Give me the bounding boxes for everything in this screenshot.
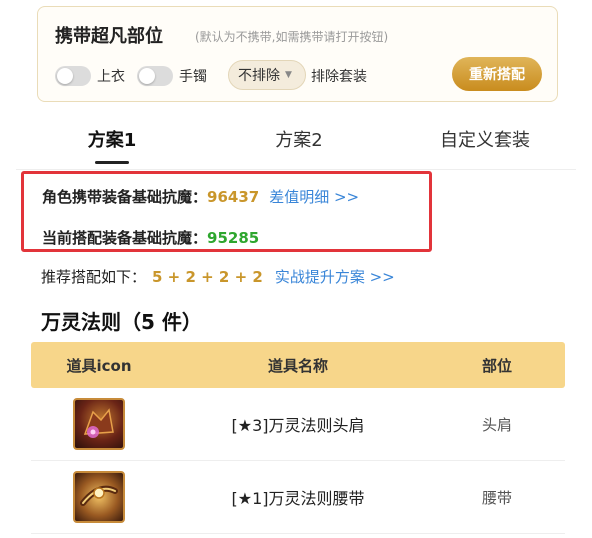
toggle-knob xyxy=(139,68,155,84)
toggle-shangyi[interactable] xyxy=(55,66,91,86)
chevron-down-icon: ▼ xyxy=(285,70,292,80)
recommend-formula: 5 + 2 + 2 + 2 xyxy=(152,268,263,286)
exclude-select[interactable]: 不排除 ▼ xyxy=(228,60,306,90)
table-row[interactable]: [★3]万灵法则头肩 头肩 xyxy=(31,388,565,461)
column-header-icon: 道具icon xyxy=(66,356,132,375)
combat-upgrade-link[interactable]: 实战提升方案 >> xyxy=(275,268,395,286)
item-part: 头肩 xyxy=(481,415,512,434)
carry-panel-hint: (默认为不携带,如需携带请打开按钮) xyxy=(195,30,389,44)
toggle-label-shouzhuo: 手镯 xyxy=(179,69,207,85)
carry-panel: 携带超凡部位 (默认为不携带,如需携带请打开按钮) 上衣 手镯 不排除 ▼ 排除… xyxy=(37,6,558,102)
stats-highlight-box: 角色携带装备基础抗魔：96437 差值明细 >> 当前搭配装备基础抗魔：95285 xyxy=(21,171,432,252)
recommend-line: 推荐搭配如下： 5 + 2 + 2 + 2 实战提升方案 >> xyxy=(41,266,395,287)
set-items-table: 道具icon 道具名称 部位 [★3]万灵法则头肩 头肩 [★1]万灵法则腰带 … xyxy=(31,342,565,534)
column-header-name: 道具名称 xyxy=(267,356,328,375)
item-name: [★3]万灵法则头肩 xyxy=(231,416,365,435)
carry-resist-value: 96437 xyxy=(207,188,260,206)
scheme-tabs: 方案1 方案2 自定义套装 xyxy=(0,118,592,164)
toggle-shouzhuo[interactable] xyxy=(137,66,173,86)
item-part: 腰带 xyxy=(481,488,512,507)
tab-scheme-2[interactable]: 方案2 xyxy=(266,126,332,152)
toggle-row: 上衣 手镯 xyxy=(55,63,207,89)
belt-item-icon xyxy=(73,471,125,523)
tab-custom-set[interactable]: 自定义套装 xyxy=(430,126,540,152)
tabs-divider xyxy=(16,169,576,170)
set-title: 万灵法则（5 件） xyxy=(41,310,202,334)
item-name: [★1]万灵法则腰带 xyxy=(231,489,365,508)
toggle-knob xyxy=(57,68,73,84)
carry-panel-title: 携带超凡部位 xyxy=(55,26,163,47)
current-resist-line: 当前搭配装备基础抗魔：95285 xyxy=(42,227,259,248)
exclude-select-value: 不排除 xyxy=(238,68,280,84)
toggle-label-shangyi: 上衣 xyxy=(97,69,125,85)
recommend-label: 推荐搭配如下： xyxy=(41,268,147,286)
exclude-label: 排除套装 xyxy=(311,69,367,85)
current-resist-label: 当前搭配装备基础抗魔： xyxy=(42,229,208,247)
current-resist-value: 95285 xyxy=(207,229,260,247)
table-header: 道具icon 道具名称 部位 xyxy=(31,342,565,388)
table-row[interactable]: [★1]万灵法则腰带 腰带 xyxy=(31,461,565,534)
shoulder-item-icon xyxy=(73,398,125,450)
diff-detail-link[interactable]: 差值明细 >> xyxy=(269,188,359,206)
rematch-button[interactable]: 重新搭配 xyxy=(452,57,542,91)
carry-resist-label: 角色携带装备基础抗魔： xyxy=(42,188,208,206)
tab-active-indicator xyxy=(95,161,129,164)
tab-scheme-1[interactable]: 方案1 xyxy=(82,126,142,152)
column-header-part: 部位 xyxy=(481,356,512,375)
carry-resist-line: 角色携带装备基础抗魔：96437 差值明细 >> xyxy=(42,186,359,207)
